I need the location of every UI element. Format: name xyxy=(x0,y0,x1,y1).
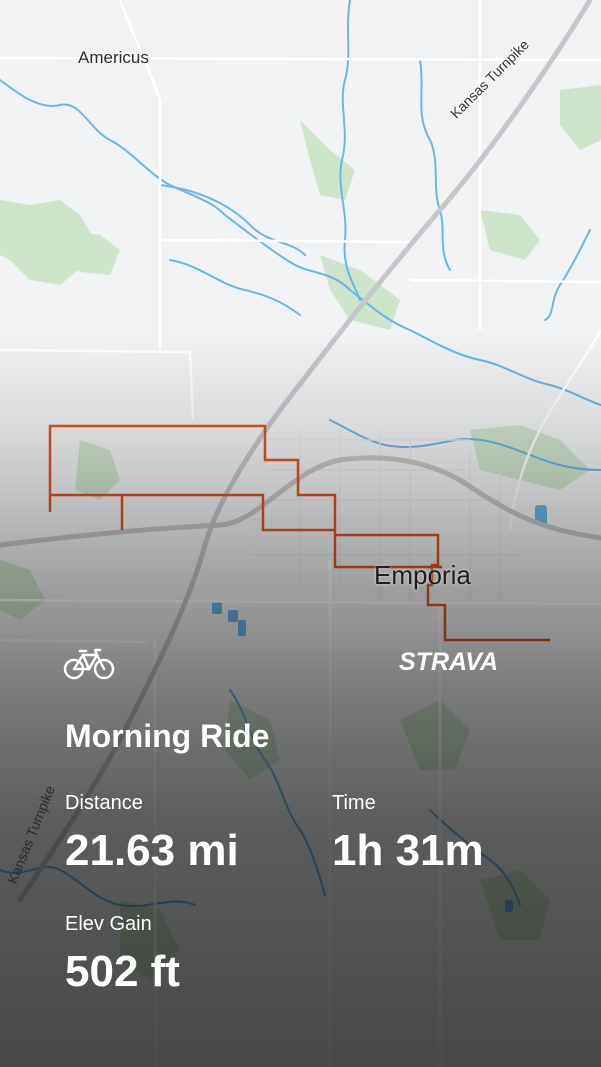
strava-logo: STRAVA xyxy=(399,648,499,676)
map-label-emporia: Emporia xyxy=(374,560,471,590)
activity-title: Morning Ride xyxy=(65,718,270,754)
map-label-americus: Americus xyxy=(78,48,149,67)
gradient-overlay xyxy=(0,0,601,1067)
distance-label: Distance xyxy=(65,792,143,814)
elevation-gain-label: Elev Gain xyxy=(65,913,152,935)
activity-share-card: Americus Emporia Kansas Turnpike Kansas … xyxy=(0,0,601,1067)
elevation-gain-value: 502 ft xyxy=(65,947,180,996)
bicycle-icon xyxy=(63,648,115,680)
time-value: 1h 31m xyxy=(332,826,484,875)
distance-value: 21.63 mi xyxy=(65,826,239,875)
time-label: Time xyxy=(332,792,376,814)
